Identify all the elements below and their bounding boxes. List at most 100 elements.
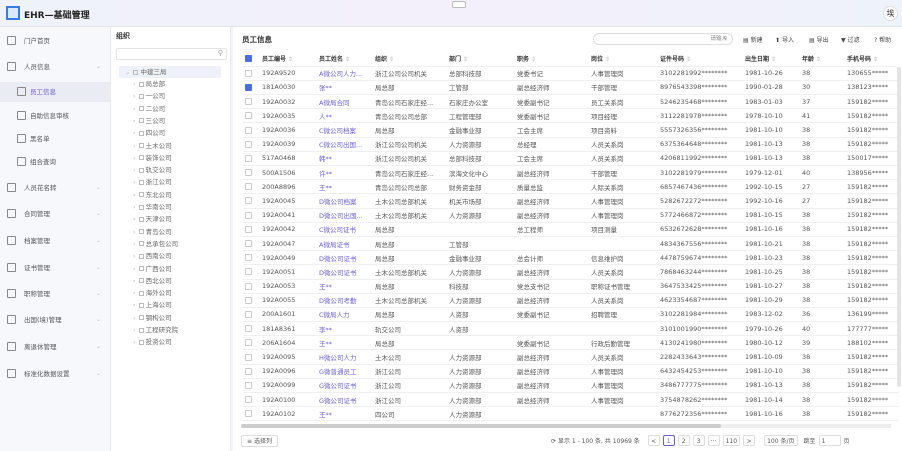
expand-icon[interactable]: ›: [133, 289, 136, 297]
expand-icon[interactable]: ›: [133, 265, 136, 273]
expand-icon[interactable]: ›: [133, 326, 136, 334]
chevron-down-icon[interactable]: ⌄: [96, 57, 101, 77]
employee-name-link[interactable]: G微公司证书: [317, 378, 373, 394]
tree-node[interactable]: › 东北公司: [133, 189, 172, 201]
employee-name-link[interactable]: C微公司证书: [317, 222, 373, 237]
chevron-down-icon[interactable]: ⌄: [96, 337, 101, 357]
checkbox[interactable]: [245, 353, 252, 361]
table-row[interactable]: 192A0036 C微公司档案 局总部 金融事业部 工会主席 项目资料 5557326356…: [243, 122, 898, 138]
table-row[interactable]: 517A0468 韩** 浙江公司公司机关 总部科技部 工会主席 人员关系岗 4206811…: [243, 151, 898, 167]
row-checkbox[interactable]: [243, 392, 260, 408]
employee-name-link[interactable]: C微局人力: [317, 307, 373, 323]
row-checkbox[interactable]: [243, 151, 260, 167]
employee-name-link[interactable]: H微公司人力: [317, 349, 373, 365]
table-row[interactable]: 192A0039 C微公司出国... 浙江公司公司机关 人力资源部 总经理 人员关系岗 63…: [243, 137, 898, 152]
checkbox[interactable]: [245, 268, 252, 276]
tree-node[interactable]: › 一公司: [133, 90, 165, 102]
filter-button[interactable]: ▼ 过滤: [841, 35, 860, 44]
page-button[interactable]: 3: [692, 435, 705, 446]
column-header[interactable]: 员工姓名 ⇕: [317, 52, 373, 67]
column-header[interactable]: 证件号码 ⇕: [658, 52, 743, 67]
table-row[interactable]: 192A0047 A微局证书 局总部 工管部 4834367556******** 198…: [243, 236, 898, 252]
expand-icon[interactable]: ›: [133, 191, 136, 199]
row-checkbox[interactable]: [243, 66, 260, 81]
employee-name-link[interactable]: A微公司人力...: [317, 66, 373, 81]
refresh-icon[interactable]: ⟳: [551, 438, 556, 445]
chevron-down-icon[interactable]: ⌄: [96, 204, 101, 224]
row-checkbox[interactable]: [243, 279, 260, 294]
tree-node[interactable]: › 西北公司: [133, 275, 172, 287]
table-row[interactable]: 200A8896 王** 青岛公司公司总部 财务资金部 质量总监 人际关系岗 6857467…: [243, 179, 898, 195]
page-button[interactable]: 2: [677, 435, 690, 446]
table-row[interactable]: 192A0053 王** 局总部 科技部 党总支书记 职称证书管理 3647533425**…: [243, 279, 898, 294]
column-header[interactable]: 组织 ⇕: [373, 52, 447, 67]
tree-node[interactable]: › 总承包公司: [133, 238, 178, 250]
employee-name-link[interactable]: D微公司证书: [317, 264, 373, 280]
row-checkbox[interactable]: [243, 222, 260, 237]
table-row[interactable]: 206A1604 王** 局总部 党委副书记 行政后勤管理 4130241980*****…: [243, 335, 898, 351]
table-row[interactable]: 192A9520 A微公司人力... 浙江公司公司机关 总部科技部 党委书记 人事管理岗 3…: [243, 66, 898, 81]
tree-node[interactable]: › 轨交公司: [133, 164, 172, 176]
user-avatar[interactable]: 埃: [883, 6, 898, 21]
row-checkbox[interactable]: [243, 94, 260, 110]
sidebar-item[interactable]: 出国(境)管理 ⌄: [0, 310, 111, 330]
employee-name-link[interactable]: 王**: [317, 279, 373, 294]
table-row[interactable]: 192A0099 G微公司证书 浙江公司 人力资源部 副总经济师 人事管理岗 3486777…: [243, 378, 898, 394]
employee-name-link[interactable]: 许**: [317, 165, 373, 181]
tree-node[interactable]: › 华南公司: [133, 201, 172, 213]
row-checkbox[interactable]: [243, 321, 260, 337]
employee-name-link[interactable]: G微普通员工: [317, 364, 373, 379]
sidebar-item[interactable]: 员工信息: [0, 82, 111, 102]
expand-icon[interactable]: ›: [133, 277, 136, 285]
employee-name-link[interactable]: 王**: [317, 335, 373, 351]
tree-node-root[interactable]: ⌄ 中建三局: [119, 66, 221, 78]
sort-icon[interactable]: ⇕: [461, 56, 468, 63]
employee-name-link[interactable]: D微公司考勤: [317, 293, 373, 308]
employee-name-link[interactable]: C微公司档案: [317, 122, 373, 138]
help-button[interactable]: ? 帮助: [874, 35, 891, 44]
table-row[interactable]: 200A1601 C微局人力 局总部 人资部 党委副书记 招聘管理 3102281984**…: [243, 307, 898, 323]
export-button[interactable]: ▤ 导出: [809, 35, 829, 44]
checkbox[interactable]: [245, 83, 252, 91]
row-checkbox[interactable]: [243, 108, 260, 124]
expand-icon[interactable]: ›: [133, 178, 136, 186]
column-header[interactable]: 出生日期 ⇕: [743, 52, 800, 67]
row-checkbox[interactable]: [243, 293, 260, 308]
tree-node[interactable]: › 海外公司: [133, 287, 172, 299]
select-columns-button[interactable]: ≡ 选择列: [241, 435, 278, 447]
page-button[interactable]: 1: [662, 435, 675, 446]
employee-name-link[interactable]: 李**: [317, 321, 373, 337]
tree-node[interactable]: › 浙江公司: [133, 176, 172, 188]
expand-icon[interactable]: ›: [133, 142, 136, 150]
column-header[interactable]: 部门 ⇕: [447, 52, 515, 67]
sidebar-item[interactable]: 离退休管理 ⌄: [0, 337, 111, 357]
checkbox[interactable]: [245, 197, 252, 205]
table-row[interactable]: 192A0102 王** 四公司 人力资源部 8776272356******** 198…: [243, 406, 898, 422]
collapse-header-handle[interactable]: [452, 1, 466, 8]
tree-node[interactable]: › 局总部: [133, 78, 165, 90]
sidebar-item[interactable]: 职称管理 ⌄: [0, 284, 111, 304]
page-size-select[interactable]: 100 条/页: [764, 435, 798, 446]
employee-name-link[interactable]: 王**: [317, 179, 373, 195]
row-checkbox[interactable]: [243, 335, 260, 351]
checkbox[interactable]: [245, 154, 252, 162]
expand-icon[interactable]: ›: [133, 228, 136, 236]
row-checkbox[interactable]: [243, 378, 260, 394]
tree-node[interactable]: › 天津公司: [133, 213, 172, 225]
employee-name-link[interactable]: 王**: [317, 406, 373, 422]
import-button[interactable]: ⬆ 导入: [775, 35, 794, 44]
chevron-down-icon[interactable]: ⌄: [96, 364, 101, 384]
vertical-scrollbar[interactable]: [897, 67, 901, 387]
expand-icon[interactable]: ›: [133, 240, 136, 248]
tree-node[interactable]: › 装饰公司: [133, 152, 172, 164]
row-checkbox[interactable]: [243, 165, 260, 181]
table-row[interactable]: 192A0051 D微公司证书 土木公司总部机关 人力资源部 副总经济师 人员关系岗 786…: [243, 264, 898, 280]
chevron-down-icon[interactable]: ⌄: [96, 231, 101, 251]
prev-page-button[interactable]: <: [647, 435, 660, 446]
checkbox[interactable]: [245, 367, 252, 375]
sort-icon[interactable]: ⇕: [871, 56, 878, 63]
tree-node[interactable]: › 二公司: [133, 103, 165, 115]
table-search-input[interactable]: 请输入 ⚲: [593, 33, 733, 45]
sidebar-item[interactable]: 自助信息审核: [0, 106, 111, 126]
row-checkbox[interactable]: [243, 406, 260, 422]
